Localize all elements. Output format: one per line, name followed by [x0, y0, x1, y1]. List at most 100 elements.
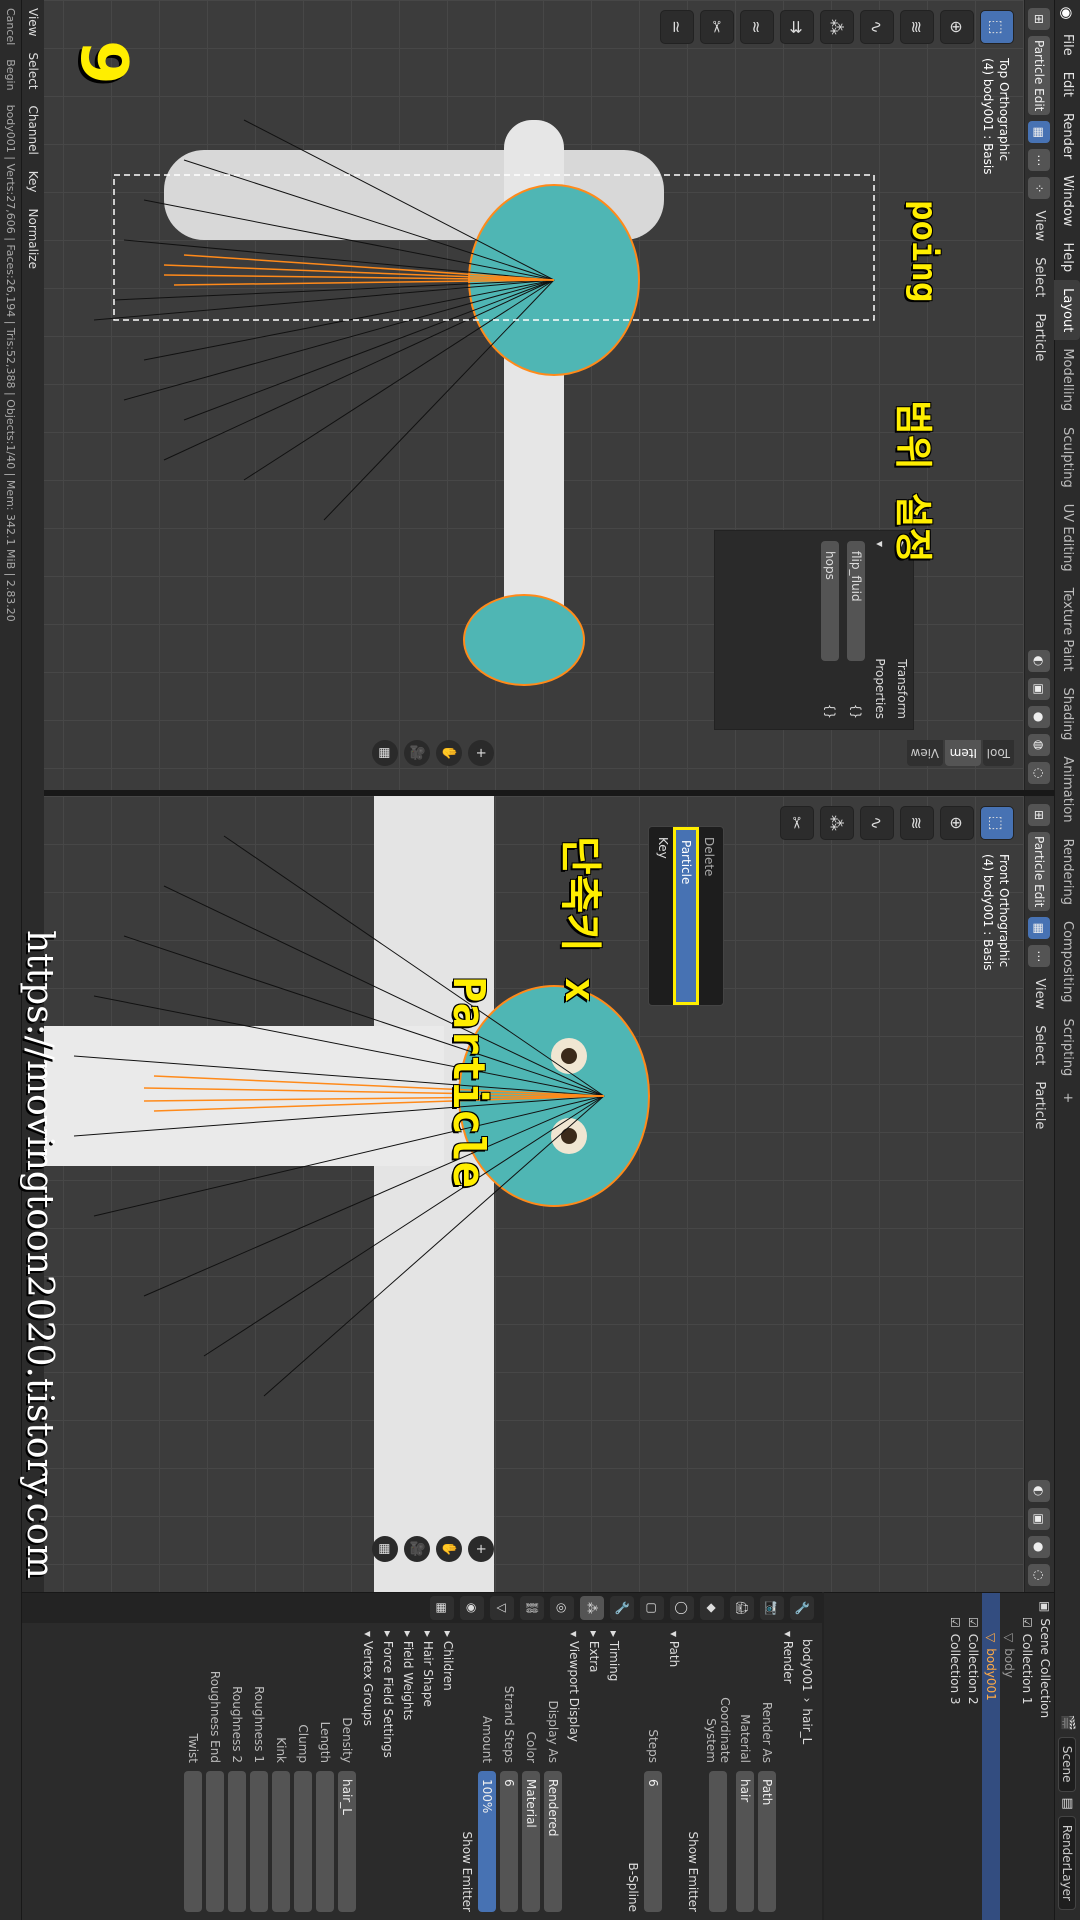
timing-section[interactable]: ▸ Timing [604, 1631, 624, 1912]
editor-type-icon[interactable]: ⊞ [1028, 804, 1051, 826]
display-as-select[interactable]: Rendered [544, 1771, 562, 1912]
vertex-groups-section[interactable]: ▾ Vertex Groups [358, 1631, 378, 1912]
prop-name[interactable]: hops [821, 541, 839, 661]
timeline-menu-key[interactable]: Key [26, 171, 40, 193]
tab-view[interactable]: View [906, 740, 944, 766]
timeline-menu-view[interactable]: View [26, 8, 40, 36]
tab-uv-editing[interactable]: UV Editing [1055, 496, 1080, 580]
modifier-tab-icon[interactable]: 🔧 [610, 1596, 634, 1620]
outliner-item[interactable]: ☑ Collection 2 [964, 1593, 982, 1920]
shading-solid-icon[interactable]: ● [1028, 706, 1051, 728]
select-mode-tip-icon[interactable]: ⁘ [1028, 177, 1051, 200]
timeline-menu-select[interactable]: Select [26, 52, 40, 89]
constraints-tab-icon[interactable]: ⛓ [520, 1596, 544, 1620]
vg-density-field[interactable]: hair_L [338, 1771, 356, 1912]
pan-icon[interactable]: ✋ [436, 740, 462, 766]
show-emitter-checkbox[interactable]: Show Emitter [686, 1831, 700, 1912]
tab-shading[interactable]: Shading [1055, 680, 1080, 749]
viewport-display-section[interactable]: ▾ Viewport Display [564, 1631, 584, 1912]
overlay-icon[interactable]: ◐ [1028, 1480, 1051, 1502]
camera-icon[interactable]: 🎥 [404, 740, 430, 766]
shading-material-icon[interactable]: ◍ [1028, 734, 1051, 756]
outliner-root[interactable]: ▣ Scene Collection [1036, 1593, 1054, 1920]
vg-rough1-field[interactable] [250, 1771, 268, 1912]
mode-selector[interactable]: Particle Edit [1028, 36, 1051, 116]
outliner-item[interactable]: ▽ body [1000, 1593, 1018, 1920]
menu-edit[interactable]: Edit [1060, 64, 1075, 105]
field-weights-section[interactable]: ▸ Field Weights [398, 1631, 418, 1912]
tab-compositing[interactable]: Compositing [1055, 913, 1080, 1011]
xray-icon[interactable]: ▣ [1028, 678, 1051, 700]
outliner-item[interactable]: ☑ Collection 3 [946, 1593, 964, 1920]
vg-clump-field[interactable] [294, 1771, 312, 1912]
tab-texture-paint[interactable]: Texture Paint [1055, 580, 1080, 680]
world-tab-icon[interactable]: ◯ [670, 1596, 694, 1620]
vg-length-field[interactable] [316, 1771, 334, 1912]
ortho-grid-icon[interactable]: ▦ [372, 1536, 398, 1562]
outliner-item[interactable]: ☑ Collection 1 [1018, 1593, 1036, 1920]
mode-selector[interactable]: Particle Edit [1028, 832, 1051, 912]
render-tab-icon[interactable]: 📷 [760, 1596, 784, 1620]
select-mode-point-icon[interactable]: ⋯ [1028, 945, 1051, 968]
physics-tab-icon[interactable]: ◎ [550, 1596, 574, 1620]
tab-scripting[interactable]: Scripting [1055, 1011, 1080, 1085]
timeline-menu-channel[interactable]: Channel [26, 106, 40, 155]
viewlayer-selector[interactable]: RenderLayer [1058, 1815, 1077, 1910]
blender-logo-icon[interactable]: ◉ [1055, 0, 1080, 26]
vg-rough2-field[interactable] [228, 1771, 246, 1912]
material-select[interactable]: hair [736, 1771, 754, 1912]
tab-rendering[interactable]: Rendering [1055, 831, 1080, 913]
ortho-grid-icon[interactable]: ▦ [372, 740, 398, 766]
menu-file[interactable]: File [1060, 26, 1075, 64]
checkbox-icon[interactable]: ☑ [966, 1617, 980, 1628]
particles-tab-icon[interactable]: ⁂ [580, 1596, 604, 1620]
tab-animation[interactable]: Animation [1055, 748, 1080, 830]
bspline-checkbox[interactable]: B-Spline [626, 1863, 640, 1912]
material-tab-icon[interactable]: ◉ [460, 1596, 484, 1620]
coordinate-field[interactable] [709, 1771, 727, 1912]
viewport-front[interactable]: ⊞ Particle Edit ▦ ⋯ View Select Particle… [44, 796, 1054, 1592]
amount-slider[interactable]: 100% [478, 1771, 496, 1912]
tab-item[interactable]: Item [945, 740, 981, 766]
scene-tab-icon[interactable]: ◆ [700, 1596, 724, 1620]
camera-icon[interactable]: 🎥 [404, 1536, 430, 1562]
checkbox-icon[interactable]: ☑ [1020, 1617, 1034, 1628]
menu-select[interactable]: Select [1032, 1020, 1047, 1070]
viewport-top[interactable]: ⊞ Particle Edit ▦ ⋯ ⁘ View Select Partic… [44, 0, 1054, 790]
data-tab-icon[interactable]: ▽ [490, 1596, 514, 1620]
zoom-icon[interactable]: + [468, 740, 494, 766]
shading-render-icon[interactable]: ◌ [1028, 762, 1051, 784]
delete-key-item[interactable]: Key [653, 827, 673, 1005]
tab-modelling[interactable]: Modelling [1055, 340, 1080, 419]
overlay-icon[interactable]: ◐ [1028, 650, 1051, 672]
hair-shape-section[interactable]: ▸ Hair Shape [418, 1631, 438, 1912]
color-select[interactable]: Material [522, 1771, 540, 1912]
show-emitter-display-checkbox[interactable]: Show Emitter [460, 1831, 474, 1912]
tool-tab-icon[interactable]: 🔧 [790, 1596, 814, 1620]
add-workspace-button[interactable]: + [1055, 1084, 1080, 1111]
menu-particle[interactable]: Particle [1032, 308, 1047, 366]
checkbox-icon[interactable]: ☑ [948, 1617, 962, 1628]
steps-field[interactable]: 6 [644, 1771, 662, 1912]
xray-icon[interactable]: ▣ [1028, 1508, 1051, 1530]
prop-name[interactable]: flip_fluid [847, 541, 865, 661]
children-section[interactable]: ▸ Children [438, 1631, 458, 1912]
vg-rough-end-field[interactable] [206, 1771, 224, 1912]
render-section[interactable]: ▾ Render [778, 1631, 798, 1912]
output-tab-icon[interactable]: 🖨 [730, 1596, 754, 1620]
select-mode-path-icon[interactable]: ▦ [1028, 121, 1051, 144]
normalize-toggle[interactable]: Normalize [26, 209, 40, 269]
object-tab-icon[interactable]: ▢ [640, 1596, 664, 1620]
editor-type-icon[interactable]: ⊞ [1028, 8, 1051, 30]
vg-twist-field[interactable] [184, 1771, 202, 1912]
select-mode-point-icon[interactable]: ⋯ [1028, 149, 1051, 172]
pan-icon[interactable]: ✋ [436, 1536, 462, 1562]
properties-section[interactable]: ▾ Properties [869, 531, 891, 729]
render-as-select[interactable]: Path [758, 1771, 776, 1912]
extra-section[interactable]: ▸ Extra [584, 1631, 604, 1912]
select-mode-path-icon[interactable]: ▦ [1028, 917, 1051, 940]
tab-layout[interactable]: Layout [1054, 280, 1080, 341]
menu-render[interactable]: Render [1060, 105, 1075, 167]
menu-help[interactable]: Help [1060, 235, 1075, 281]
scene-selector[interactable]: Scene [1058, 1736, 1077, 1792]
